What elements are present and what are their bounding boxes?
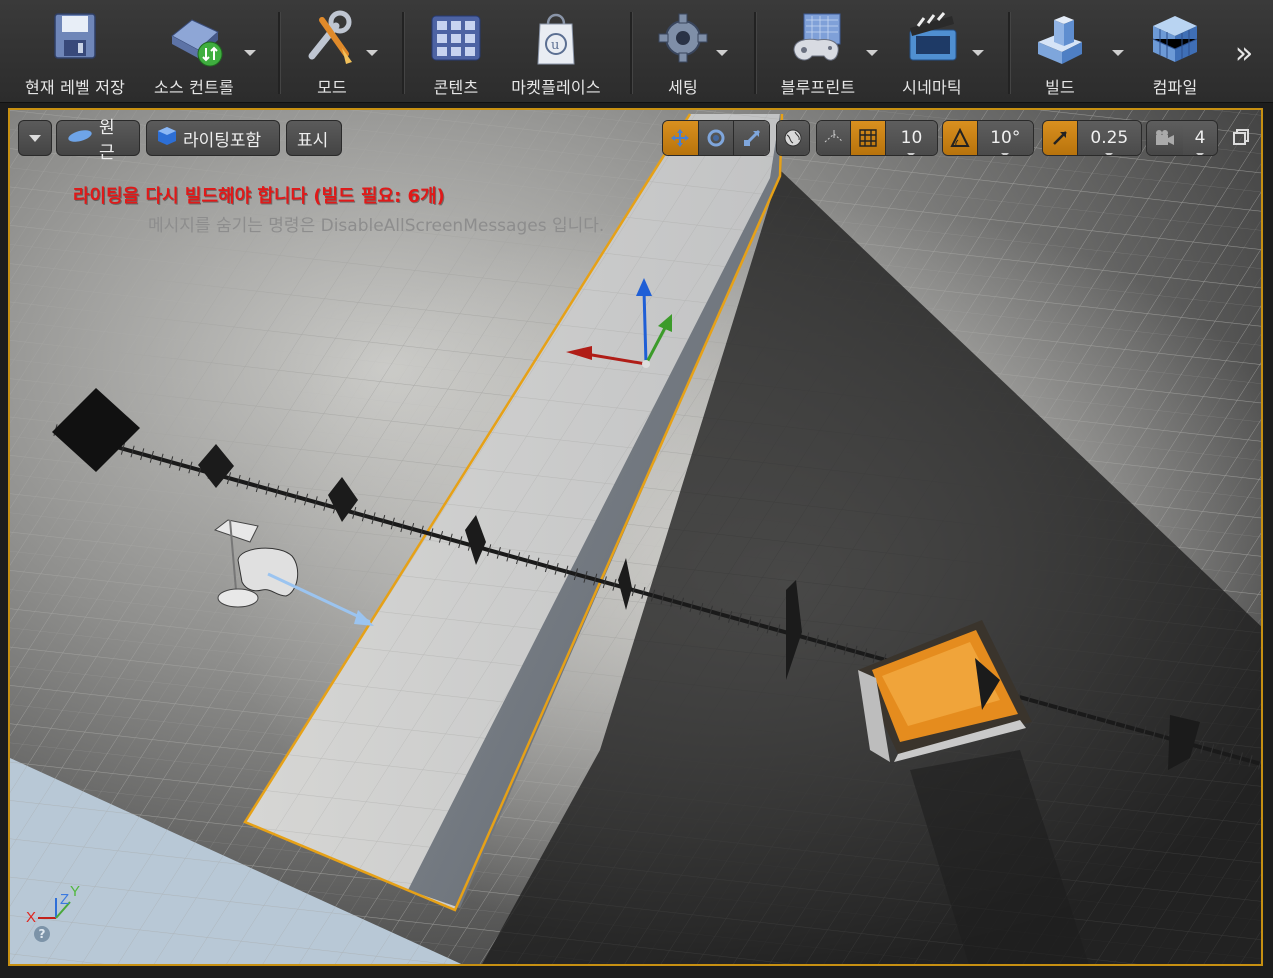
rotation-snap-group: 10° — [942, 120, 1034, 156]
toolbar-separator — [754, 12, 757, 94]
level-viewport[interactable]: 원근 라이팅포함 표시 10 10° 0.25 4 라이팅을 다시 빌드해야 합… — [8, 108, 1263, 966]
scale-snap-toggle[interactable] — [1043, 121, 1077, 155]
cinematics-dropdown[interactable] — [970, 48, 984, 58]
source-control-label: 소스 컨트롤 — [154, 78, 234, 97]
blueprint-gamepad-icon — [788, 6, 848, 72]
content-grid-icon — [426, 6, 486, 72]
modes-label: 모드 — [317, 78, 347, 97]
camera-icon — [1156, 130, 1174, 145]
rotate-mode-button[interactable] — [697, 121, 734, 155]
source-control-dropdown[interactable] — [242, 48, 256, 58]
blueprints-label: 블루프린트 — [780, 78, 856, 97]
content-label: 콘텐츠 — [433, 78, 479, 97]
save-level-label: 현재 레벨 저장 — [24, 78, 126, 97]
perspective-label: 원근 — [99, 118, 115, 163]
maximize-viewport-button[interactable] — [1232, 128, 1250, 146]
help-icon[interactable]: ? — [34, 926, 50, 942]
view-mode-button[interactable]: 라이팅포함 — [146, 120, 280, 156]
content-button[interactable]: 콘텐츠 — [424, 6, 488, 100]
settings-label: 세팅 — [668, 78, 698, 97]
angle-icon — [950, 128, 970, 147]
source-control-icon — [164, 6, 224, 72]
blueprints-dropdown[interactable] — [864, 48, 878, 58]
toolbar-separator — [630, 12, 633, 94]
hide-messages-hint: 메시지를 숨기는 명령은 DisableAllScreenMessages 입니… — [148, 216, 605, 236]
build-label: 빌드 — [1045, 78, 1075, 97]
scale-mode-button[interactable] — [733, 121, 769, 155]
scale-snap-icon — [1052, 131, 1067, 145]
axis-z-label: Z — [60, 891, 69, 908]
show-button[interactable]: 표시 — [286, 120, 342, 156]
maximize-icon — [1233, 129, 1249, 145]
world-space-button[interactable] — [777, 121, 809, 155]
floppy-disk-icon — [45, 6, 105, 72]
shopping-bag-icon: u — [526, 6, 586, 72]
build-button[interactable]: 빌드 — [1030, 6, 1090, 100]
toolbar-separator — [1008, 12, 1011, 94]
settings-button[interactable]: 세팅 — [652, 6, 714, 100]
compile-label: 컴파일 — [1152, 78, 1198, 97]
surface-snap-icon — [824, 130, 844, 143]
toolbar-separator — [278, 12, 281, 94]
toolbar-overflow-button[interactable]: » — [1228, 36, 1260, 72]
grid-snap-value[interactable]: 10 — [884, 121, 937, 155]
grid-snap-group: 10 — [816, 120, 938, 156]
clapperboard-icon — [902, 6, 962, 72]
axis-y-label: Y — [70, 883, 80, 900]
blueprints-button[interactable]: 블루프린트 — [772, 6, 864, 100]
settings-dropdown[interactable] — [714, 48, 728, 58]
show-label: 표시 — [297, 130, 329, 151]
main-toolbar: 현재 레벨 저장 소스 컨트롤 모드 콘텐츠 u 마켓플레이스 세팅 블루프린트… — [0, 0, 1273, 103]
modes-button[interactable]: 모드 — [300, 6, 364, 100]
compile-button[interactable]: 컴파일 — [1142, 6, 1208, 100]
scale-snap-value[interactable]: 0.25 — [1076, 121, 1141, 155]
view-mode-label: 라이팅포함 — [183, 130, 262, 151]
scale-snap-group: 0.25 — [1042, 120, 1142, 156]
toolbar-separator — [402, 12, 405, 94]
axis-x-label: X — [26, 909, 36, 926]
viewport-options-dropdown[interactable] — [18, 120, 52, 156]
grid-icon — [859, 129, 877, 147]
lighting-rebuild-warning: 라이팅을 다시 빌드해야 합니다 (빌드 필요: 6개) — [73, 186, 445, 207]
wrench-brush-icon — [302, 6, 362, 72]
perspective-button[interactable]: 원근 — [56, 118, 140, 163]
lit-cube-icon — [157, 126, 177, 151]
surface-snap-button[interactable] — [817, 121, 851, 155]
source-control-button[interactable]: 소스 컨트롤 — [148, 6, 240, 100]
rotation-snap-value[interactable]: 10° — [976, 121, 1033, 155]
scale-icon — [743, 129, 760, 147]
marketplace-button[interactable]: u 마켓플레이스 — [502, 6, 610, 100]
rotate-icon — [707, 129, 725, 147]
save-level-button[interactable]: 현재 레벨 저장 — [18, 6, 132, 100]
coordinate-space-group — [776, 120, 810, 156]
build-dropdown[interactable] — [1110, 48, 1124, 58]
rotation-snap-toggle[interactable] — [943, 121, 977, 155]
cinematics-label: 시네마틱 — [902, 78, 962, 97]
perspective-icon — [67, 128, 93, 148]
translate-mode-button[interactable] — [663, 121, 698, 155]
compile-cube-icon — [1145, 6, 1205, 72]
cinematics-button[interactable]: 시네마틱 — [892, 6, 972, 100]
marketplace-label: 마켓플레이스 — [511, 78, 601, 97]
svg-text:u: u — [551, 38, 559, 53]
camera-speed-group: 4 — [1146, 120, 1218, 156]
viewport-scene[interactable] — [10, 110, 1263, 966]
move-icon — [671, 129, 690, 147]
camera-speed-value[interactable]: 4 — [1183, 121, 1217, 155]
globe-icon — [784, 129, 802, 147]
transform-mode-group — [662, 120, 770, 156]
grid-snap-toggle[interactable] — [850, 121, 885, 155]
modes-dropdown[interactable] — [364, 48, 378, 58]
gear-icon — [653, 6, 713, 72]
camera-speed-button[interactable] — [1147, 121, 1183, 155]
build-blocks-icon — [1030, 6, 1090, 72]
